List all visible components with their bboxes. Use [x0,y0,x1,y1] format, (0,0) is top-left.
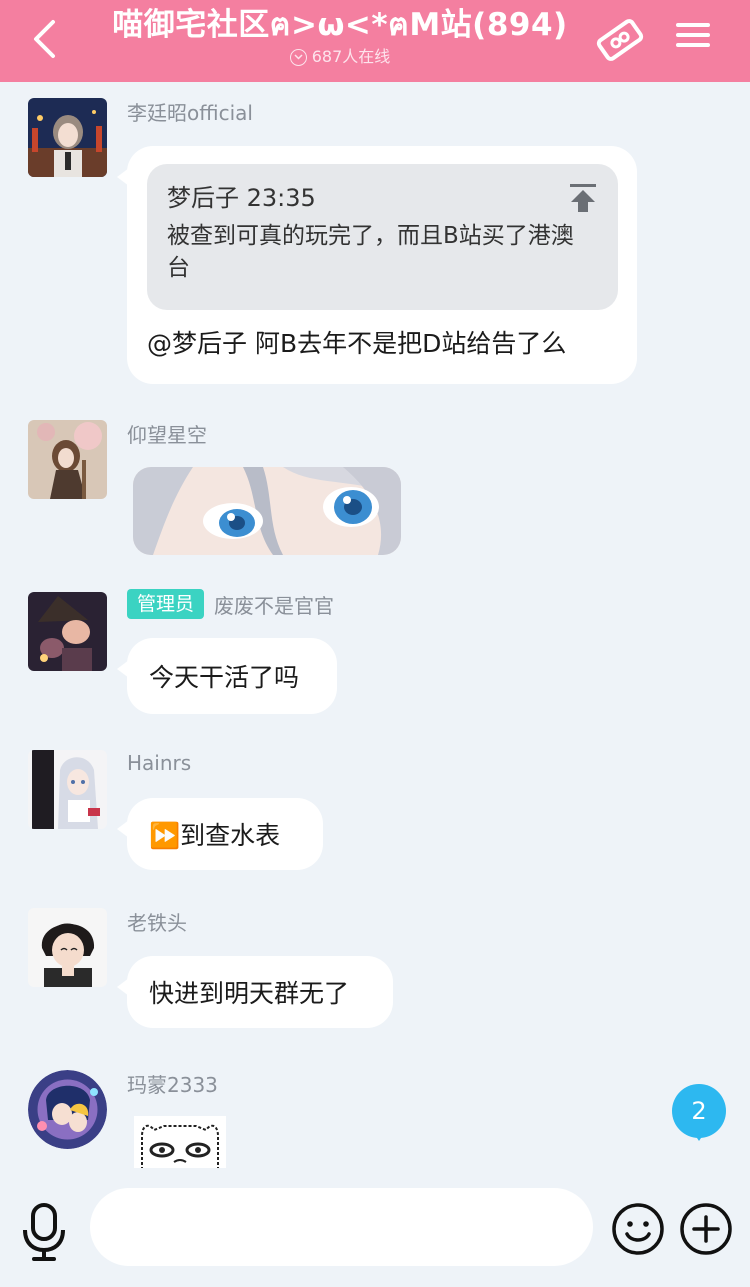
sender-name-text: 玛蒙2333 [127,1072,218,1097]
quoted-author-time: 梦后子 23:35 [167,184,316,212]
group-title: 喵御宅社区ฅ>ω<*ฅM站(894) [112,7,568,43]
unread-count: 2 [691,1097,707,1125]
avatar[interactable] [28,592,107,671]
sender-name[interactable]: Hainrs [127,750,191,776]
ticket-button[interactable] [594,16,646,64]
avatar[interactable] [28,1070,107,1149]
ticket-icon [596,19,644,61]
chat-message: 玛蒙2333 [0,1070,750,1170]
message-bubble[interactable]: 今天干活了吗 [117,638,337,714]
chat-message: Hainrs ⏩到查水表 [0,750,750,880]
menu-icon-line [676,33,710,37]
chevron-down-icon [289,48,307,66]
chat-message: 老铁头 快进到明天群无了 [0,908,750,1038]
sender-name[interactable]: 仰望星空 [127,420,207,447]
back-button[interactable] [22,14,66,64]
more-button[interactable] [679,1202,733,1256]
message-text: @梦后子 阿B去年不是把D站给告了么 [147,329,567,358]
bubble-tail [117,978,129,996]
message-bubble[interactable]: 快进到明天群无了 [117,956,393,1028]
emoji-button[interactable] [611,1202,665,1256]
online-count: 687人在线 [311,47,391,66]
mic-icon [23,1203,65,1261]
bubble-tail [117,168,129,186]
unread-badge[interactable]: 2 [672,1084,726,1141]
quoted-text: 被查到可真的玩完了，而且B站买了港澳台 [167,223,574,281]
plus-icon [680,1203,732,1255]
sender-name-text: 老铁头 [127,910,187,935]
chat-message: 李廷昭official 梦后子 23:35 被查到可真的玩完了，而且B站买了港澳… [0,98,750,388]
sender-name[interactable]: 老铁头 [127,908,187,935]
sticker-image[interactable] [133,467,401,555]
emoji-icon [612,1203,664,1255]
sender-name-text: 废废不是官官 [214,593,335,618]
bubble-tail [117,820,129,838]
back-icon [34,20,55,58]
avatar[interactable] [28,750,107,829]
composer-bar [0,1168,750,1287]
message-text: 快进到明天群无了 [149,979,350,1008]
avatar[interactable] [28,420,107,499]
quoted-message[interactable]: 梦后子 23:35 被查到可真的玩完了，而且B站买了港澳台 [147,164,618,310]
menu-button[interactable] [674,18,712,58]
sender-name[interactable]: 玛蒙2333 [127,1070,218,1097]
menu-icon [676,23,710,27]
badge-pointer [693,1132,705,1141]
sender-name[interactable]: 李廷昭official [127,98,253,125]
voice-button[interactable] [20,1202,68,1262]
pin-top-icon[interactable] [568,182,598,214]
avatar[interactable] [28,98,107,177]
message-text: ⏩到查水表 [149,821,281,850]
header-title-area[interactable]: 喵御宅社区ฅ>ω<*ฅM站(894) 687人在线 [100,4,580,68]
message-text: 今天干活了吗 [149,663,300,692]
chat-header: 喵御宅社区ฅ>ω<*ฅM站(894) 687人在线 [0,0,750,82]
message-input[interactable] [90,1188,593,1266]
chat-screen: 喵御宅社区ฅ>ω<*ฅM站(894) 687人在线 李廷昭official 梦后… [0,0,750,1287]
avatar[interactable] [28,908,107,987]
chat-message: 管理员 废废不是官官 今天干活了吗 [0,589,750,722]
sender-name-text: 李廷昭official [127,100,253,125]
message-bubble[interactable]: ⏩到查水表 [117,798,323,870]
sender-name[interactable]: 管理员 废废不是官官 [127,589,335,619]
online-status: 687人在线 [100,46,580,68]
bubble-tail [117,660,129,678]
menu-icon-line [676,43,710,47]
chat-message: 仰望星空 [0,420,750,560]
message-bubble[interactable]: 梦后子 23:35 被查到可真的玩完了，而且B站买了港澳台 @梦后子 阿B去年不… [117,146,637,384]
admin-badge: 管理员 [127,589,205,619]
sticker-image[interactable] [134,1116,226,1170]
sender-name-text: Hainrs [127,751,192,775]
sender-name-text: 仰望星空 [127,422,207,447]
